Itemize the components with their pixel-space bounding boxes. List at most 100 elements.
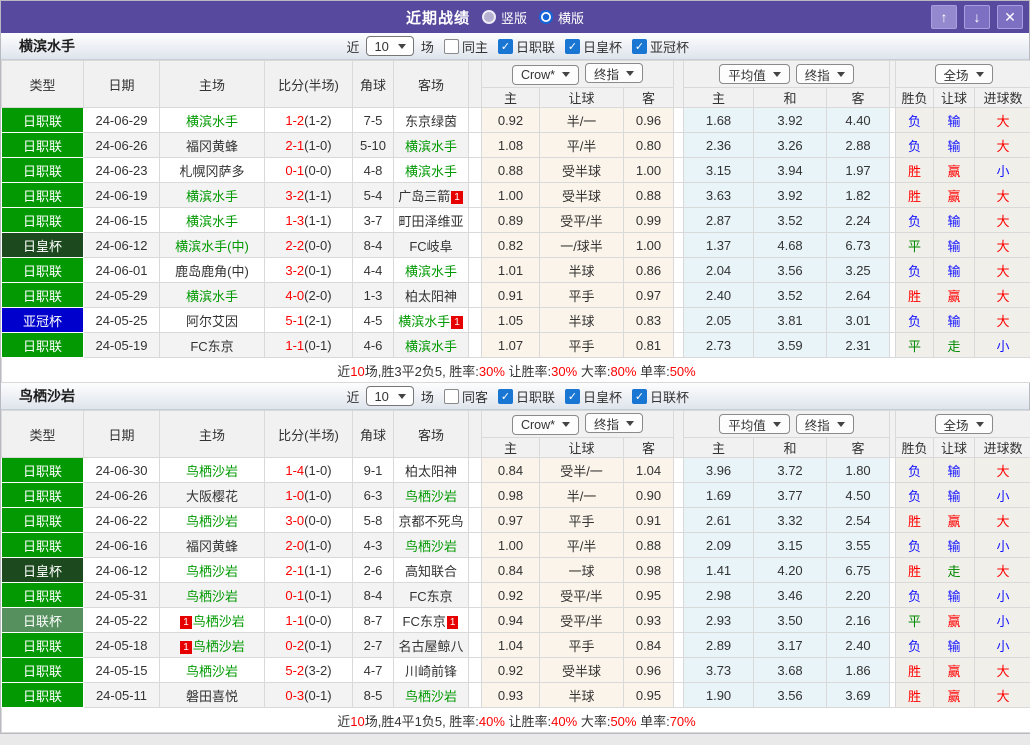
avg-home: 1.41 (683, 557, 755, 583)
result-outcome: 胜 (895, 282, 935, 308)
column-separator (468, 682, 482, 708)
same-venue-label: 同主 (461, 39, 488, 55)
layout-radio-vertical[interactable]: 竖版 (481, 8, 527, 27)
league-checkbox-0[interactable]: ✓ 日职联 (497, 387, 555, 406)
bookmaker-odds-group-header: Crow* 终指 (480, 60, 675, 88)
halftime-score: (0-0) (304, 612, 332, 628)
avg-draw: 3.50 (753, 607, 828, 633)
average-select[interactable]: 平均值 (719, 414, 790, 434)
score-cell: 1-4(1-0) (264, 457, 353, 483)
scope-select[interactable]: 全场 (934, 64, 993, 84)
competition-badge: 日职联 (1, 482, 84, 508)
halftime-score: (0-1) (304, 337, 332, 353)
team-name: 鸟栖沙岩 (192, 638, 245, 654)
odds-handicap: 平/半 (539, 532, 624, 558)
column-separator (673, 657, 685, 683)
score-cell: 2-2(0-0) (264, 232, 353, 258)
average-stage-select[interactable]: 终指 (795, 64, 854, 84)
column-separator (468, 257, 482, 283)
match-count-select[interactable]: 10 (366, 36, 414, 56)
column-separator (468, 557, 482, 583)
odds-handicap: 受平/半 (539, 207, 624, 233)
avg-draw: 3.52 (753, 282, 828, 308)
odds-home: 0.94 (481, 607, 540, 633)
same-venue-checkbox[interactable]: 同主 (443, 37, 488, 56)
close-button[interactable]: ✕ (997, 5, 1023, 29)
match-count-value: 10 (374, 388, 389, 404)
home-team: 鸟栖沙岩 (159, 657, 265, 683)
summary-label: 大率: (577, 363, 611, 379)
avg-home: 3.96 (683, 457, 755, 483)
fulltime-score: 0-3 (285, 687, 305, 703)
competition-badge: 日职联 (1, 282, 84, 308)
scope-select[interactable]: 全场 (934, 414, 993, 434)
odds-stage-select[interactable]: 终指 (585, 63, 644, 84)
halftime-score: (0-1) (304, 587, 332, 603)
chevron-down-icon (836, 421, 845, 427)
avg-draw: 3.72 (753, 457, 828, 483)
away-team: 横滨水手 (393, 132, 469, 158)
result-goals: 大 (974, 207, 1030, 233)
match-row: 日职联 24-06-29 横滨水手 1-2(1-2) 7-5 东京绿茵 0.92 半/一 0.9… (1, 107, 1030, 133)
result-outcome: 平 (895, 607, 935, 633)
summary-label: 场,胜3平2负5, 胜率: (364, 363, 479, 379)
league-label: 亚冠杯 (649, 39, 689, 55)
competition-badge: 日职联 (1, 257, 84, 283)
odds-handicap: 一球 (539, 557, 624, 583)
summary-value: 10 (350, 363, 365, 379)
summary-label: 单率: (636, 363, 670, 379)
odds-away: 0.84 (622, 632, 675, 658)
score-cell: 1-2(1-2) (264, 107, 353, 133)
team-name: 高知联合 (404, 563, 457, 579)
league-checkbox-2[interactable]: ✓ 日联杯 (631, 387, 689, 406)
column-separator (468, 182, 482, 208)
checkbox-icon (443, 388, 459, 404)
league-checkbox-2[interactable]: ✓ 亚冠杯 (631, 37, 689, 56)
odds-handicap: 受平/半 (539, 607, 624, 633)
match-row: 日皇杯 24-06-12 鸟栖沙岩 2-1(1-1) 2-6 高知联合 0.84 一球 0.98… (1, 557, 1030, 583)
away-team: FC岐阜 (393, 232, 469, 258)
summary-value: 40% (551, 713, 578, 729)
odds-home: 0.88 (481, 157, 540, 183)
odds-away: 1.04 (622, 457, 675, 483)
bookmaker-select[interactable]: Crow* (511, 414, 580, 435)
odds-stage-select[interactable]: 终指 (585, 413, 644, 434)
score-cell: 5-2(3-2) (264, 657, 353, 683)
match-count-select[interactable]: 10 (366, 386, 414, 406)
corner-score: 8-7 (352, 607, 394, 633)
bookmaker-select[interactable]: Crow* (511, 64, 580, 85)
league-checkbox-1[interactable]: ✓ 日皇杯 (564, 387, 622, 406)
match-row: 亚冠杯 24-05-25 阿尔艾因 5-1(2-1) 4-5 横滨水手 1 1.05 半球 0.8… (1, 307, 1030, 333)
summary-value: 30% (551, 363, 578, 379)
result-handicap: 赢 (933, 282, 976, 308)
result-goals: 大 (974, 182, 1030, 208)
team-name: 鸟栖沙岩 (185, 663, 238, 679)
fulltime-score: 5-2 (285, 662, 305, 678)
average-select-value: 平均值 (728, 68, 766, 83)
summary-label: 大率: (577, 713, 611, 729)
sub-header-7: 让球 (933, 437, 976, 458)
move-up-button[interactable]: ↑ (931, 5, 957, 29)
match-row: 日皇杯 24-06-12 横滨水手(中) 2-2(0-0) 8-4 FC岐阜 0.82 一/球… (1, 232, 1030, 258)
move-down-button[interactable]: ↓ (964, 5, 990, 29)
average-stage-select[interactable]: 终指 (795, 414, 854, 434)
league-checkbox-1[interactable]: ✓ 日皇杯 (564, 37, 622, 56)
avg-draw: 3.92 (753, 182, 828, 208)
same-venue-checkbox[interactable]: 同客 (443, 387, 488, 406)
odds-home: 0.97 (481, 507, 540, 533)
column-separator (673, 182, 685, 208)
column-separator (468, 632, 482, 658)
result-handicap: 输 (933, 232, 976, 258)
team-name: 横滨水手(中) (175, 238, 249, 254)
bookmaker-select-value: Crow* (520, 417, 556, 432)
column-separator (468, 232, 482, 258)
competition-badge: 日职联 (1, 332, 84, 358)
match-date: 24-06-15 (83, 207, 160, 233)
odds-home: 0.91 (481, 282, 540, 308)
fulltime-score: 0-2 (285, 637, 305, 653)
league-checkbox-0[interactable]: ✓ 日职联 (497, 37, 555, 56)
layout-radio-horizontal[interactable]: 横版 (539, 8, 584, 27)
avg-away: 1.97 (826, 157, 891, 183)
chevron-down-icon (772, 71, 781, 77)
average-select[interactable]: 平均值 (719, 64, 790, 84)
